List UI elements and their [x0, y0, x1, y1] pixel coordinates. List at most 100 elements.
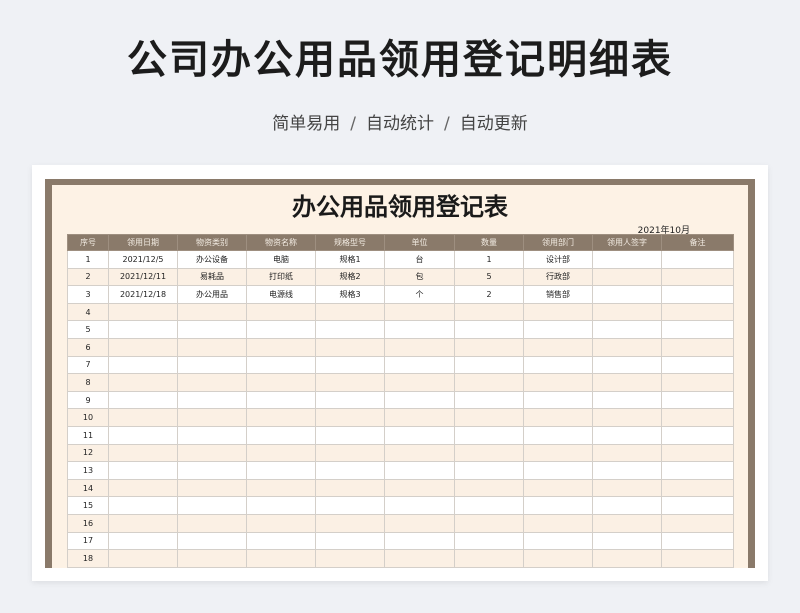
table-cell[interactable]	[384, 425, 455, 445]
table-cell[interactable]	[108, 425, 178, 445]
table-cell[interactable]: 11	[67, 425, 109, 445]
table-cell[interactable]	[384, 513, 455, 533]
table-cell[interactable]: 17	[67, 531, 109, 551]
table-cell[interactable]: 2	[454, 285, 524, 304]
table-cell[interactable]: 3	[67, 285, 109, 304]
table-cell[interactable]	[523, 355, 593, 375]
table-cell[interactable]	[454, 461, 524, 480]
table-cell[interactable]	[523, 390, 593, 410]
table-cell[interactable]	[315, 461, 385, 480]
table-cell[interactable]	[177, 531, 247, 551]
table-cell[interactable]: 5	[454, 267, 524, 287]
table-cell[interactable]	[592, 390, 662, 410]
table-cell[interactable]	[246, 302, 316, 322]
table-cell[interactable]	[384, 531, 455, 551]
table-cell[interactable]	[246, 549, 316, 568]
table-cell[interactable]	[315, 408, 385, 427]
table-cell[interactable]	[108, 461, 178, 480]
table-cell[interactable]	[177, 478, 247, 498]
table-cell[interactable]: 2021/12/11	[108, 267, 178, 287]
table-cell[interactable]	[523, 337, 593, 357]
table-cell[interactable]	[592, 443, 662, 463]
table-cell[interactable]	[661, 531, 734, 551]
table-cell[interactable]: 销售部	[523, 285, 593, 304]
table-cell[interactable]	[315, 425, 385, 445]
table-cell[interactable]	[523, 496, 593, 515]
table-cell[interactable]	[177, 496, 247, 515]
table-cell[interactable]	[592, 478, 662, 498]
table-cell[interactable]	[384, 390, 455, 410]
table-cell[interactable]	[661, 390, 734, 410]
table-cell[interactable]	[523, 408, 593, 427]
table-cell[interactable]	[661, 250, 734, 269]
table-cell[interactable]: 9	[67, 390, 109, 410]
table-cell[interactable]	[108, 373, 178, 392]
table-cell[interactable]: 12	[67, 443, 109, 463]
table-cell[interactable]	[523, 531, 593, 551]
table-cell[interactable]	[108, 408, 178, 427]
table-cell[interactable]: 7	[67, 355, 109, 375]
table-cell[interactable]	[315, 531, 385, 551]
table-cell[interactable]: 10	[67, 408, 109, 427]
table-cell[interactable]	[177, 373, 247, 392]
table-cell[interactable]	[246, 443, 316, 463]
table-cell[interactable]	[384, 461, 455, 480]
table-cell[interactable]: 行政部	[523, 267, 593, 287]
table-cell[interactable]	[523, 425, 593, 445]
table-cell[interactable]	[384, 408, 455, 427]
table-cell[interactable]	[592, 320, 662, 339]
table-cell[interactable]	[454, 549, 524, 568]
table-cell[interactable]	[246, 513, 316, 533]
table-cell[interactable]	[108, 513, 178, 533]
table-cell[interactable]: 设计部	[523, 250, 593, 269]
table-cell[interactable]: 2	[67, 267, 109, 287]
table-cell[interactable]: 易耗品	[177, 267, 247, 287]
table-cell[interactable]	[454, 355, 524, 375]
table-cell[interactable]	[454, 320, 524, 339]
table-cell[interactable]: 18	[67, 549, 109, 568]
table-cell[interactable]	[108, 531, 178, 551]
table-cell[interactable]	[108, 355, 178, 375]
table-cell[interactable]: 16	[67, 513, 109, 533]
table-cell[interactable]	[661, 320, 734, 339]
table-cell[interactable]	[661, 461, 734, 480]
table-cell[interactable]	[177, 320, 247, 339]
table-cell[interactable]: 电脑	[246, 250, 316, 269]
table-cell[interactable]	[246, 478, 316, 498]
table-cell[interactable]	[384, 302, 455, 322]
table-cell[interactable]	[661, 496, 734, 515]
table-cell[interactable]	[592, 373, 662, 392]
table-cell[interactable]	[246, 373, 316, 392]
table-cell[interactable]	[523, 513, 593, 533]
table-cell[interactable]	[177, 461, 247, 480]
table-cell[interactable]	[661, 337, 734, 357]
table-cell[interactable]	[454, 337, 524, 357]
table-cell[interactable]	[523, 320, 593, 339]
table-cell[interactable]: 台	[384, 250, 455, 269]
table-cell[interactable]: 15	[67, 496, 109, 515]
table-cell[interactable]	[246, 337, 316, 357]
table-cell[interactable]	[108, 337, 178, 357]
table-cell[interactable]	[454, 443, 524, 463]
table-cell[interactable]	[661, 267, 734, 287]
table-cell[interactable]	[177, 355, 247, 375]
table-cell[interactable]	[592, 531, 662, 551]
table-cell[interactable]	[454, 302, 524, 322]
table-cell[interactable]	[454, 390, 524, 410]
table-cell[interactable]	[315, 478, 385, 498]
table-cell[interactable]	[108, 478, 178, 498]
table-cell[interactable]	[592, 267, 662, 287]
table-cell[interactable]	[523, 302, 593, 322]
table-cell[interactable]	[315, 496, 385, 515]
table-cell[interactable]	[384, 478, 455, 498]
table-cell[interactable]: 1	[454, 250, 524, 269]
table-cell[interactable]	[246, 355, 316, 375]
table-cell[interactable]: 个	[384, 285, 455, 304]
table-cell[interactable]	[384, 443, 455, 463]
table-cell[interactable]: 6	[67, 337, 109, 357]
table-cell[interactable]	[592, 408, 662, 427]
table-cell[interactable]	[108, 320, 178, 339]
table-cell[interactable]: 13	[67, 461, 109, 480]
table-cell[interactable]	[384, 355, 455, 375]
table-cell[interactable]	[315, 337, 385, 357]
